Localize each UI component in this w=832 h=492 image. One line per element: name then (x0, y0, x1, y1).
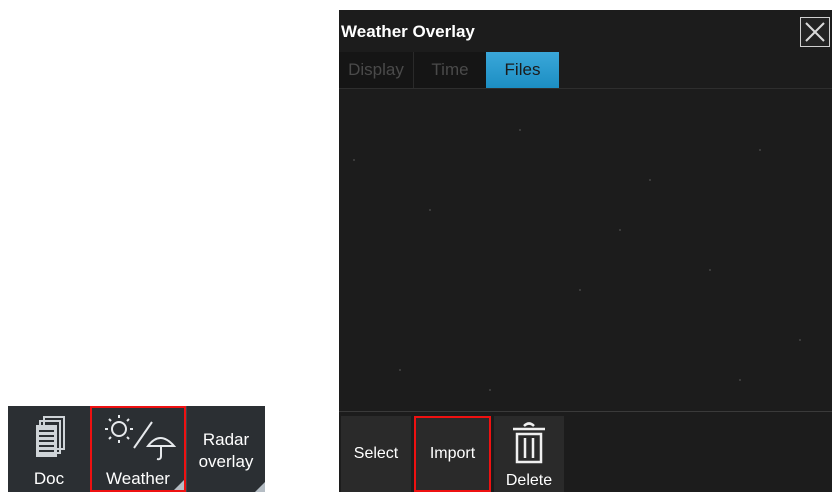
delete-button[interactable]: Delete (494, 416, 564, 492)
radar-label-line1: Radar (202, 430, 250, 449)
document-icon (36, 416, 66, 463)
corner-indicator (255, 482, 265, 492)
close-button[interactable] (800, 17, 830, 47)
panel-title: Weather Overlay (341, 22, 475, 41)
files-list-area[interactable] (339, 89, 832, 411)
tab-display[interactable]: Display (339, 52, 414, 88)
tab-time[interactable]: Time (414, 52, 486, 88)
doc-button[interactable]: Doc (8, 406, 90, 492)
noise-dot (759, 149, 761, 151)
noise-dot (489, 389, 491, 391)
tab-files[interactable]: Files (486, 52, 559, 88)
weather-label: Weather (106, 469, 170, 488)
weather-sun-umbrella-icon (100, 412, 180, 467)
select-button[interactable]: Select (341, 416, 411, 492)
corner-indicator (174, 480, 184, 490)
layers-toolbar: Doc Weather Radar overlay (8, 406, 265, 492)
noise-dot (353, 159, 355, 161)
radar-label-line2: overlay (198, 452, 254, 471)
noise-dot (619, 229, 621, 231)
noise-dot (399, 369, 401, 371)
import-button[interactable]: Import (414, 416, 491, 492)
noise-dot (429, 209, 431, 211)
noise-dot (519, 129, 521, 131)
radar-overlay-button[interactable]: Radar overlay (186, 406, 265, 492)
noise-dot (799, 339, 801, 341)
doc-label: Doc (33, 469, 65, 488)
panel-footer: Select Import Delete (339, 412, 832, 492)
weather-button[interactable]: Weather (90, 406, 186, 492)
weather-overlay-panel: Weather Overlay Display Time Files Selec… (339, 10, 832, 492)
noise-dot (709, 269, 711, 271)
delete-label: Delete (505, 472, 553, 489)
noise-dot (739, 379, 741, 381)
tab-bar: Display Time Files (339, 52, 832, 88)
noise-dot (579, 289, 581, 291)
radar-overlay-label: Radar overlay (187, 429, 265, 473)
noise-dot (649, 179, 651, 181)
